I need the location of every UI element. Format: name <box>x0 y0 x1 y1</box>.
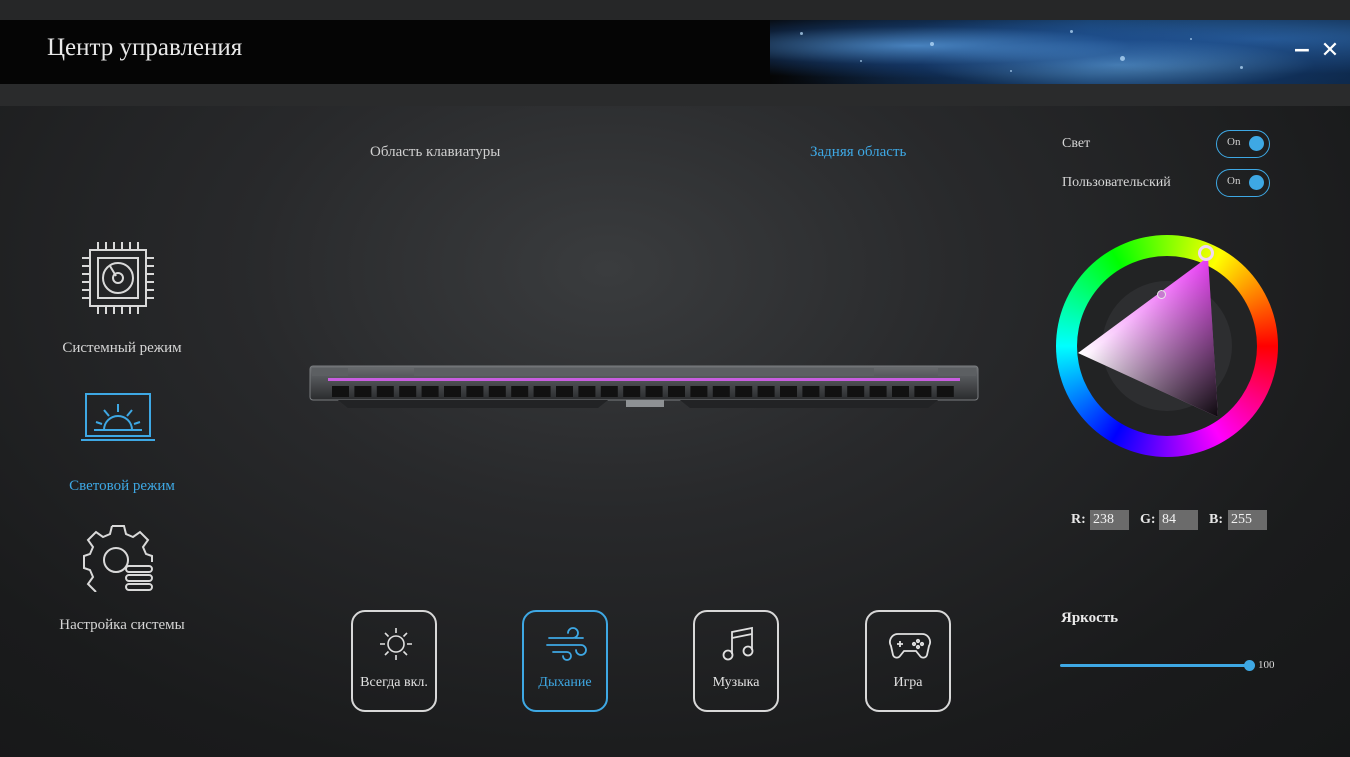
light-toggle[interactable]: On <box>1216 130 1270 158</box>
vent-slot <box>914 386 932 397</box>
light-toggle-state: On <box>1227 136 1241 148</box>
close-icon[interactable]: ✕ <box>1318 38 1342 64</box>
tab-rear-area[interactable]: Задняя область <box>810 144 906 161</box>
sub-header-strip <box>0 84 1350 106</box>
mode-label: Музыка <box>712 675 760 690</box>
custom-toggle-state: On <box>1227 175 1241 187</box>
r-input[interactable]: 238 <box>1090 510 1129 530</box>
custom-label: Пользовательский <box>1062 175 1171 190</box>
brightness-value: 100 <box>1258 659 1275 671</box>
rear-light-bar <box>328 378 960 381</box>
brightness-slider-thumb[interactable] <box>1244 660 1255 671</box>
vent-slot <box>332 386 349 397</box>
sun-icon <box>380 628 412 660</box>
g-label: G: <box>1140 512 1156 527</box>
sidebar-item-system-settings[interactable]: Настройка системы <box>0 518 244 638</box>
light-label: Свет <box>1062 136 1091 151</box>
vent-slot <box>399 386 417 397</box>
laptop-sunrise-icon <box>81 393 155 441</box>
sidebar-item-label: Световой режим <box>69 478 175 494</box>
vent-slot <box>824 386 842 397</box>
vent-slot <box>757 386 775 397</box>
vent-slot <box>376 386 394 397</box>
vent-slot <box>556 386 573 397</box>
vent-slot <box>533 386 551 397</box>
mode-label: Игра <box>893 675 923 690</box>
vent-slot <box>892 386 909 397</box>
vent-slot <box>354 386 372 397</box>
mode-label: Дыхание <box>538 675 592 690</box>
vent-slot <box>802 386 820 397</box>
vent-slot <box>444 386 461 397</box>
top-strip <box>0 0 1350 20</box>
saturation-handle[interactable] <box>1157 290 1166 299</box>
b-input[interactable]: 255 <box>1228 510 1267 530</box>
sidebar-item-system-mode[interactable]: Системный режим <box>0 235 244 365</box>
sidebar-item-label: Системный режим <box>62 340 182 356</box>
color-wheel[interactable] <box>1056 235 1278 457</box>
mode-music-button[interactable]: Музыка <box>693 610 779 712</box>
sidebar-item-label: Настройка системы <box>59 617 185 633</box>
vent-slot <box>511 386 529 397</box>
mode-game-button[interactable]: Игра <box>865 610 951 712</box>
vent-slot <box>623 386 641 397</box>
music-note-icon <box>722 626 754 661</box>
vent-slot <box>869 386 887 397</box>
gamepad-icon <box>889 633 931 659</box>
mode-label: Всегда вкл. <box>360 675 428 690</box>
cpu-chip-icon <box>82 242 154 314</box>
title-bar[interactable]: Центр управления − ✕ <box>0 20 1350 84</box>
b-label: B: <box>1209 512 1223 527</box>
hue-handle[interactable] <box>1198 245 1214 261</box>
title-bar-artwork <box>770 20 1350 84</box>
vent-slot <box>780 386 797 397</box>
laptop-rear-view <box>309 365 979 408</box>
minimize-icon[interactable]: − <box>1290 38 1314 64</box>
vent-slot <box>735 386 753 397</box>
mode-always-on-button[interactable]: Всегда вкл. <box>351 610 437 712</box>
sidebar-item-lighting-mode[interactable]: Световой режим <box>0 385 244 500</box>
g-input[interactable]: 84 <box>1159 510 1198 530</box>
vent-slot <box>645 386 663 397</box>
vent-slot <box>936 386 954 397</box>
gear-settings-icon <box>83 525 153 592</box>
vent-slot <box>847 386 865 397</box>
toggle-knob <box>1249 175 1264 190</box>
vent-slot <box>600 386 618 397</box>
vent-slot <box>712 386 730 397</box>
vent-slot <box>488 386 506 397</box>
mode-breathing-button[interactable]: Дыхание <box>522 610 608 712</box>
brightness-label: Яркость <box>1061 610 1119 626</box>
toggle-knob <box>1249 136 1264 151</box>
color-triangle[interactable] <box>1056 235 1278 457</box>
brightness-slider[interactable] <box>1060 664 1250 667</box>
custom-toggle[interactable]: On <box>1216 169 1270 197</box>
vent-slot <box>421 386 439 397</box>
vent-slot <box>668 386 685 397</box>
wind-icon <box>546 627 587 661</box>
r-label: R: <box>1071 512 1086 527</box>
vent-slot <box>690 386 708 397</box>
tab-keyboard-area[interactable]: Область клавиатуры <box>370 144 500 161</box>
vent-slot <box>578 386 596 397</box>
app-title: Центр управления <box>47 34 243 61</box>
vent-slot <box>466 386 484 397</box>
